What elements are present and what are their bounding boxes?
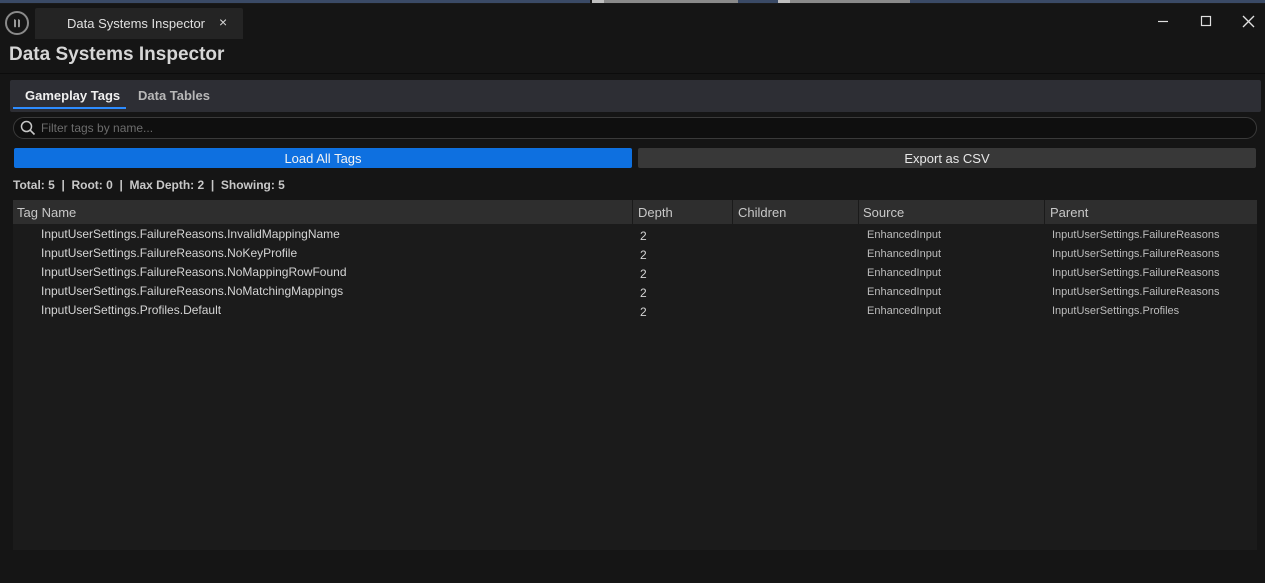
cell-parent: InputUserSettings.FailureReasons: [1052, 285, 1220, 298]
page-title: Data Systems Inspector: [9, 44, 225, 65]
tab-bar: Gameplay Tags Data Tables: [10, 80, 1261, 112]
cell-tag-name: InputUserSettings.FailureReasons.NoMappi…: [41, 264, 347, 279]
minimize-icon: [1158, 20, 1168, 23]
cell-parent: InputUserSettings.FailureReasons: [1052, 247, 1220, 260]
cell-tag-name: InputUserSettings.Profiles.Default: [41, 302, 222, 317]
cell-source: EnhancedInput: [867, 228, 942, 241]
search-box: [13, 117, 1257, 139]
column-header-parent[interactable]: Parent: [1046, 200, 1257, 224]
cell-source: EnhancedInput: [867, 285, 942, 298]
table-row[interactable]: InputUserSettings.FailureReasons.NoKeyPr…: [13, 243, 1257, 262]
table-header: Tag Name Depth Children Source Parent: [13, 200, 1257, 224]
maximize-icon: [1200, 15, 1212, 27]
unreal-logo-icon: [5, 11, 29, 35]
search-icon: [20, 120, 36, 141]
search-input[interactable]: [41, 120, 1241, 136]
cell-source: EnhancedInput: [867, 266, 942, 279]
table-body: InputUserSettings.FailureReasons.Invalid…: [13, 224, 1257, 319]
cell-source: EnhancedInput: [867, 304, 942, 317]
cell-parent: InputUserSettings.FailureReasons: [1052, 228, 1220, 241]
table-row[interactable]: InputUserSettings.Profiles.Default 2 Enh…: [13, 300, 1257, 319]
maximize-button[interactable]: [1191, 10, 1221, 32]
cell-depth: 2: [640, 304, 647, 319]
cell-tag-name: InputUserSettings.FailureReasons.NoKeyPr…: [41, 245, 298, 260]
close-window-button[interactable]: [1233, 10, 1263, 32]
load-all-tags-button[interactable]: Load All Tags: [14, 148, 632, 168]
close-icon: [1242, 15, 1254, 27]
minimize-button[interactable]: [1148, 10, 1178, 32]
table-row[interactable]: InputUserSettings.FailureReasons.Invalid…: [13, 224, 1257, 243]
export-csv-button[interactable]: Export as CSV: [638, 148, 1256, 168]
column-header-source[interactable]: Source: [859, 200, 1045, 224]
column-header-depth[interactable]: Depth: [634, 200, 733, 224]
cell-tag-name: InputUserSettings.FailureReasons.Invalid…: [41, 226, 340, 241]
tab-data-tables[interactable]: Data Tables: [138, 80, 210, 110]
tab-gameplay-tags[interactable]: Gameplay Tags: [13, 80, 126, 110]
cell-parent: InputUserSettings.Profiles: [1052, 304, 1180, 317]
cell-parent: InputUserSettings.FailureReasons: [1052, 266, 1220, 279]
cell-tag-name: InputUserSettings.FailureReasons.NoMatch…: [41, 283, 344, 298]
document-tab-label: Data Systems Inspector: [67, 16, 205, 31]
cell-source: EnhancedInput: [867, 247, 942, 260]
tags-table: Tag Name Depth Children Source Parent In…: [13, 200, 1257, 550]
table-row[interactable]: InputUserSettings.FailureReasons.NoMatch…: [13, 281, 1257, 300]
column-header-children[interactable]: Children: [734, 200, 859, 224]
stats-summary: Total: 5 | Root: 0 | Max Depth: 2 | Show…: [13, 178, 285, 192]
title-bar: Data Systems Inspector ×: [0, 4, 1265, 40]
tab-close-icon[interactable]: ×: [219, 14, 227, 30]
divider: [0, 73, 1265, 74]
document-tab[interactable]: Data Systems Inspector ×: [35, 8, 243, 39]
column-header-tag-name[interactable]: Tag Name: [13, 200, 633, 224]
table-row[interactable]: InputUserSettings.FailureReasons.NoMappi…: [13, 262, 1257, 281]
